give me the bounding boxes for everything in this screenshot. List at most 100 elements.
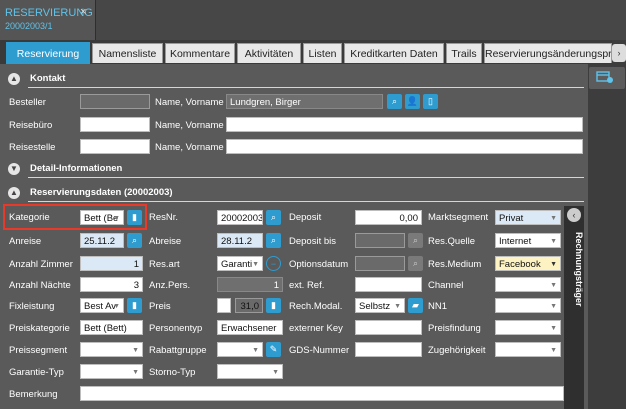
chevron-left-icon[interactable]: ‹ <box>567 208 581 222</box>
minus-circle-icon[interactable]: − <box>266 256 281 271</box>
search-icon[interactable]: ⌕ <box>387 94 402 109</box>
chevron-down-icon: ▼ <box>252 261 259 268</box>
chevron-down-icon: ▼ <box>272 369 279 376</box>
search-icon[interactable]: ⌕ <box>127 233 142 248</box>
deposit-field[interactable]: 0,00 <box>355 210 422 225</box>
resnr-field[interactable]: 20002003 <box>217 210 263 225</box>
person-icon[interactable]: 👤 <box>405 94 420 109</box>
channel-select[interactable]: ▼ <box>495 277 561 292</box>
anzpers-label: Anz.Pers. <box>149 280 191 291</box>
res-quelle-select[interactable]: Internet ▼ <box>495 233 561 248</box>
externer-key-label: externer Key <box>289 323 343 334</box>
res-quelle-label: Res.Quelle <box>428 236 475 247</box>
section-detail-title: Detail-Informationen <box>30 163 123 174</box>
besteller-label: Besteller <box>9 97 46 108</box>
info-icon[interactable]: ▮ <box>266 298 281 313</box>
anzahl-naechte-label: Anzahl Nächte <box>9 280 71 291</box>
preissegment-select[interactable]: ▼ <box>80 342 143 357</box>
close-icon[interactable]: × <box>80 6 86 18</box>
garantie-typ-select[interactable]: ▼ <box>80 364 143 379</box>
deposit-bis-field[interactable] <box>355 233 405 248</box>
anzahl-naechte-field[interactable]: 3 <box>80 277 143 292</box>
tab-trails[interactable]: Trails <box>446 43 482 63</box>
preis-label: Preis <box>149 301 171 312</box>
chevron-down-icon: ▼ <box>394 303 401 310</box>
section-divider <box>28 201 584 202</box>
bemerkung-field[interactable] <box>80 386 564 401</box>
tab-namensliste[interactable]: Namensliste <box>92 43 163 63</box>
gds-nummer-field[interactable] <box>355 342 422 357</box>
tab-kreditkarten-daten[interactable]: Kreditkarten Daten <box>344 43 444 63</box>
preissegment-label: Preissegment <box>9 345 68 356</box>
chevron-down-icon: ▼ <box>550 325 557 332</box>
preis-currency-field[interactable] <box>217 298 231 313</box>
preiskategorie-field[interactable]: Bett (Bett) <box>80 320 143 335</box>
chevron-down-icon: ▼ <box>132 347 139 354</box>
nn1-select[interactable]: ▼ <box>495 298 561 313</box>
besteller-field[interactable] <box>80 94 150 109</box>
resart-select[interactable]: Garanti ▼ <box>217 256 263 271</box>
rech-modal-label: Rech.Modal. <box>289 301 343 312</box>
optionsdatum-field[interactable] <box>355 256 405 271</box>
section-reservierungsdaten-title: Reservierungsdaten (20002003) <box>30 187 173 198</box>
reisestelle-name-label: Name, Vorname <box>155 142 224 153</box>
chevron-down-icon: ▼ <box>550 215 557 222</box>
tab-listen[interactable]: Listen <box>303 43 342 63</box>
fixleistung-select[interactable]: Best Av ▼ <box>80 298 124 313</box>
tab-reservierungsaenderungsprotokoll[interactable]: Reservierungsänderungspro <box>484 43 612 63</box>
besteller-name-label: Name, Vorname <box>155 97 224 108</box>
preis-field[interactable]: 31,0 <box>235 298 263 313</box>
anreise-field[interactable]: 25.11.2 <box>80 233 124 248</box>
zugehoerigkeit-select[interactable]: ▼ <box>495 342 561 357</box>
reisebuero-field[interactable] <box>80 117 150 132</box>
collapse-icon[interactable]: ▲ <box>8 73 20 85</box>
resart-label: Res.art <box>149 259 180 270</box>
marktsegment-label: Marktsegment <box>428 212 489 223</box>
search-icon[interactable]: ⌕ <box>266 233 281 248</box>
abreise-field[interactable]: 28.11.2 <box>217 233 263 248</box>
channel-label: Channel <box>428 280 464 291</box>
preisfindung-select[interactable]: ▼ <box>495 320 561 335</box>
res-medium-select[interactable]: Facebook ▼ <box>495 256 561 271</box>
document-icon[interactable]: ▯ <box>423 94 438 109</box>
reisestelle-field[interactable] <box>80 139 150 154</box>
info-icon[interactable]: ▮ <box>127 298 142 313</box>
right-toolbar <box>588 64 626 409</box>
rabattgruppe-select[interactable]: ▼ <box>217 342 263 357</box>
expand-icon[interactable]: ▼ <box>8 163 20 175</box>
reisebuero-name-field[interactable] <box>226 117 583 132</box>
resnr-label: ResNr. <box>149 212 179 223</box>
anzpers-field[interactable]: 1 <box>217 277 283 292</box>
preiskategorie-label: Preiskategorie <box>9 323 70 334</box>
chevron-down-icon: ▼ <box>550 238 557 245</box>
ext-ref-field[interactable] <box>355 277 422 292</box>
calendar-list-icon <box>596 71 613 83</box>
rechnungstraeger-label[interactable]: Rechnungsträger <box>564 232 584 322</box>
anzahl-zimmer-field[interactable]: 1 <box>80 256 143 271</box>
reisebuero-name-label: Name, Vorname <box>155 120 224 131</box>
tab-scroll-right-button[interactable]: › <box>612 44 626 62</box>
reisestelle-name-field[interactable] <box>226 139 583 154</box>
storno-typ-select[interactable]: ▼ <box>217 364 283 379</box>
folder-icon[interactable]: ▰ <box>408 298 423 313</box>
anzahl-zimmer-label: Anzahl Zimmer <box>9 259 73 270</box>
externer-key-field[interactable] <box>355 320 422 335</box>
chevron-down-icon: ▼ <box>550 261 557 268</box>
document-tab[interactable]: RESERVIERUNG × 20002003/1 <box>0 0 96 40</box>
tab-reservierung[interactable]: Reservierung <box>6 42 90 64</box>
tab-kommentare[interactable]: Kommentare <box>165 43 235 63</box>
besteller-name-field[interactable]: Lundgren, Birger <box>226 94 383 109</box>
personentyp-field[interactable]: Erwachsener <box>217 320 283 335</box>
pencil-icon[interactable]: ✎ <box>266 342 281 357</box>
marktsegment-select[interactable]: Privat ▼ <box>495 210 561 225</box>
nn1-label: NN1 <box>428 301 448 312</box>
search-icon[interactable]: ⌕ <box>266 210 281 225</box>
collapse-icon[interactable]: ▲ <box>8 187 20 199</box>
tab-aktivitaeten[interactable]: Aktivitäten <box>237 43 301 63</box>
rech-modal-value: Selbstz <box>359 301 391 312</box>
rech-modal-select[interactable]: Selbstz ▼ <box>355 298 405 313</box>
search-icon[interactable]: ⌕ <box>408 256 423 271</box>
section-kontakt-title: Kontakt <box>30 73 66 84</box>
search-icon[interactable]: ⌕ <box>408 233 423 248</box>
chevron-down-icon: ▼ <box>113 303 120 310</box>
